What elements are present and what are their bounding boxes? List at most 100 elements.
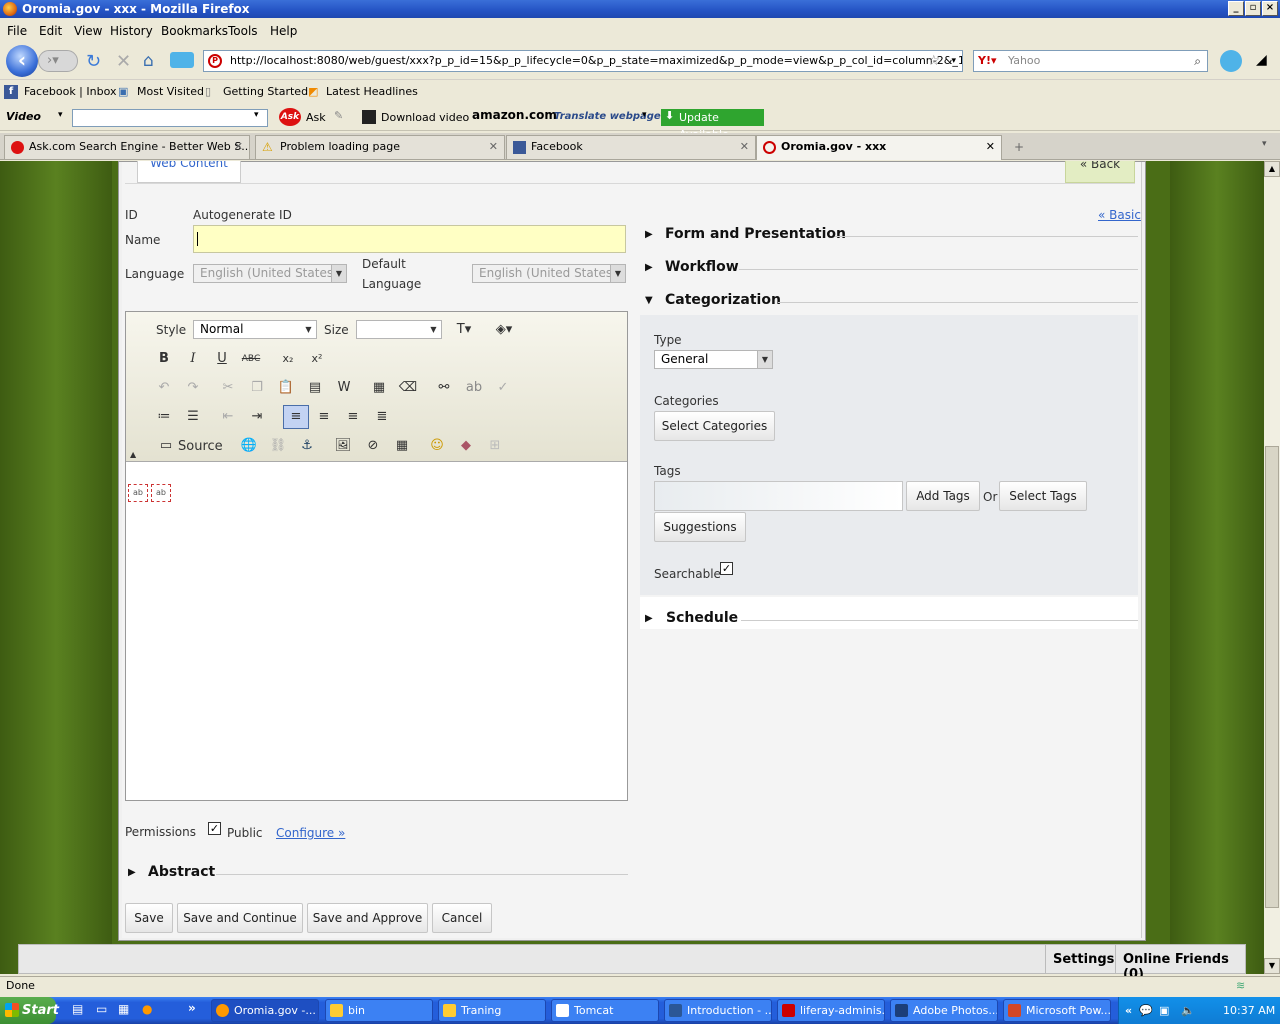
task-powerpoint[interactable]: Microsoft Pow... [1003, 999, 1111, 1022]
workflow-heading[interactable]: Workflow [665, 259, 739, 275]
close-tab-icon[interactable]: ✕ [234, 136, 243, 158]
amazon-button[interactable]: amazon.com [472, 108, 557, 122]
table-icon[interactable]: ▦ [392, 436, 412, 456]
smiley-icon[interactable]: ☺ [427, 436, 447, 456]
spellcheck-icon[interactable]: ✓ [493, 378, 513, 398]
tab-facebook[interactable]: Facebook ✕ [506, 135, 756, 159]
basic-link[interactable]: « Basic [1098, 208, 1141, 222]
update-available-button[interactable]: Update Available [661, 109, 764, 141]
maximize-button[interactable]: ▫ [1245, 1, 1261, 16]
save-button[interactable]: Save [125, 903, 173, 933]
quicklaunch-icon[interactable]: ▦ [118, 1002, 129, 1016]
task-tomcat[interactable]: Tomcat [551, 999, 659, 1022]
style-select[interactable]: Normal ▼ [193, 320, 317, 339]
minimize-button[interactable]: _ [1228, 1, 1244, 16]
form-presentation-heading[interactable]: Form and Presentation [665, 226, 846, 242]
type-select[interactable]: General ▼ [654, 350, 773, 369]
copy-icon[interactable]: ❐ [247, 378, 267, 398]
addon-icon[interactable]: ◢ [1256, 52, 1267, 68]
language-select[interactable]: English (United States) ▼ [193, 264, 347, 283]
tab-ask[interactable]: Ask.com Search Engine - Better Web S... ✕ [4, 135, 250, 159]
quicklaunch-firefox-icon[interactable]: ● [142, 1002, 152, 1016]
clock[interactable]: 10:37 AM [1223, 997, 1275, 1024]
default-language-select[interactable]: English (United States) ▼ [472, 264, 626, 283]
find-icon[interactable]: ⚯ [434, 378, 454, 398]
menu-history[interactable]: History [110, 24, 153, 38]
new-tab-button[interactable]: + [1006, 137, 1032, 157]
close-tab-icon[interactable]: ✕ [986, 136, 995, 158]
expand-abstract-icon[interactable]: ▶ [128, 867, 136, 878]
tab-overview-icon[interactable] [170, 52, 194, 68]
cut-icon[interactable]: ✂ [218, 378, 238, 398]
scroll-down-icon[interactable]: ▼ [1264, 958, 1280, 974]
back-link[interactable]: « Back [1065, 161, 1135, 183]
cancel-button[interactable]: Cancel [432, 903, 492, 933]
replace-icon[interactable]: ab [464, 378, 484, 398]
tab-problem-loading[interactable]: ⚠ Problem loading page ✕ [255, 135, 505, 159]
status-addon-icon[interactable]: ≋ [1236, 977, 1245, 995]
scroll-up-icon[interactable]: ▲ [1264, 161, 1280, 177]
public-checkbox[interactable]: ✓ [208, 822, 221, 835]
align-left-icon[interactable]: ≡ [283, 405, 309, 429]
unlink-icon[interactable]: ⛓ [268, 436, 288, 456]
download-video-button[interactable]: Download video [381, 111, 469, 124]
tab-oromia[interactable]: Oromia.gov - xxx ✕ [756, 135, 1002, 160]
bookmark-getting-started[interactable]: Getting Started [223, 85, 308, 98]
quicklaunch-expand-icon[interactable]: » [188, 1001, 196, 1015]
close-window-button[interactable]: × [1262, 1, 1278, 16]
schedule-heading[interactable]: Schedule [666, 610, 738, 626]
menu-view[interactable]: View [74, 24, 102, 38]
paste-word-icon[interactable]: W [334, 378, 354, 398]
form-field-icon[interactable]: ab [128, 484, 148, 502]
underline-icon[interactable]: U [212, 349, 232, 369]
name-input[interactable] [193, 225, 626, 253]
collapse-categorization-icon[interactable]: ▼ [645, 295, 653, 306]
bookmark-latest-headlines[interactable]: Latest Headlines [326, 85, 418, 98]
strikethrough-icon[interactable]: ABC [241, 349, 261, 369]
task-liferay-admin[interactable]: liferay-adminis... [777, 999, 885, 1022]
flash-icon[interactable]: ⊘ [363, 436, 383, 456]
quicklaunch-icon[interactable]: ▤ [72, 1002, 83, 1016]
align-center-icon[interactable]: ≡ [314, 407, 334, 427]
add-tags-button[interactable]: Add Tags [906, 481, 980, 511]
paste-icon[interactable]: 📋 [276, 378, 296, 398]
link-icon[interactable]: 🌐 [239, 436, 259, 456]
skype-icon[interactable] [1220, 50, 1242, 72]
save-and-approve-button[interactable]: Save and Approve [307, 903, 428, 933]
video-dropdown-icon[interactable]: ▾ [58, 110, 63, 120]
background-color-icon[interactable]: ◈▾ [494, 320, 514, 340]
volume-icon[interactable]: 🔈 [1181, 997, 1195, 1024]
tab-list-icon[interactable]: ▾ [1262, 139, 1267, 149]
collapse-toolbar-icon[interactable]: ▲ [130, 450, 136, 459]
redo-icon[interactable]: ↷ [183, 378, 203, 398]
undo-icon[interactable]: ↶ [154, 378, 174, 398]
select-tags-button[interactable]: Select Tags [999, 481, 1087, 511]
network-icon[interactable]: ▣ [1159, 997, 1169, 1024]
select-all-icon[interactable]: ▦ [369, 378, 389, 398]
expand-schedule-icon[interactable]: ▶ [645, 613, 653, 624]
forward-button[interactable]: ›▾ [38, 50, 78, 72]
superscript-icon[interactable]: x² [307, 349, 327, 369]
web-content-tab[interactable]: Web Content [137, 161, 241, 183]
close-tab-icon[interactable]: ✕ [489, 136, 498, 158]
suggestions-button[interactable]: Suggestions [654, 512, 746, 542]
subscript-icon[interactable]: x₂ [278, 349, 298, 369]
star-icon[interactable]: ☆ [927, 51, 940, 71]
menu-tools[interactable]: Tools [228, 24, 258, 38]
task-photoshop[interactable]: Adobe Photos... [890, 999, 998, 1022]
messenger-icon[interactable]: 💬 [1139, 997, 1153, 1024]
menu-help[interactable]: Help [270, 24, 297, 38]
translate-dropdown-icon[interactable]: ▾ [642, 110, 647, 120]
video-label[interactable]: Video [6, 110, 41, 123]
tray-expand-icon[interactable]: « [1125, 997, 1132, 1024]
bookmark-facebook-inbox[interactable]: Facebook | Inbox [24, 85, 117, 98]
size-select[interactable]: ▼ [356, 320, 442, 339]
vertical-scrollbar[interactable]: ▲ ▼ [1264, 161, 1280, 974]
align-right-icon[interactable]: ≡ [343, 407, 363, 427]
settings-button[interactable]: Settings [1053, 952, 1114, 967]
task-traning[interactable]: Traning [438, 999, 546, 1022]
italic-icon[interactable]: I [183, 349, 203, 369]
save-and-continue-button[interactable]: Save and Continue [177, 903, 303, 933]
menu-edit[interactable]: Edit [39, 24, 62, 38]
paste-text-icon[interactable]: ▤ [305, 378, 325, 398]
